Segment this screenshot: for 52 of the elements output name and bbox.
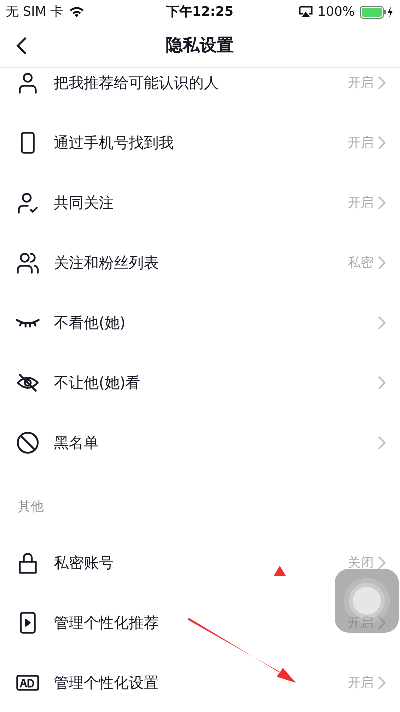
row-value: 开启 xyxy=(348,135,374,152)
chevron-icon xyxy=(378,196,386,210)
settings-row[interactable]: 通过手机号找到我 开启 xyxy=(0,113,400,173)
chevron-icon xyxy=(378,556,386,570)
chevron-icon xyxy=(378,616,386,630)
carrier-text: 无 SIM 卡 xyxy=(6,4,64,21)
row-label: 管理个性化推荐 xyxy=(54,614,159,632)
section-header: 其他 xyxy=(18,499,44,516)
clock-text: 下午12:25 xyxy=(166,4,234,21)
block-icon xyxy=(16,431,40,455)
battery-text: 100% xyxy=(318,4,356,20)
row-label: 私密账号 xyxy=(54,554,114,572)
row-label: 共同关注 xyxy=(54,194,114,212)
people-icon xyxy=(16,251,40,275)
chevron-icon xyxy=(378,256,386,270)
lock-icon xyxy=(16,551,40,575)
chevron-icon xyxy=(378,316,386,330)
person-check-icon xyxy=(16,191,40,215)
row-value: 开启 xyxy=(348,675,374,692)
closed-eye-icon xyxy=(16,318,40,328)
chevron-icon xyxy=(378,676,386,690)
annotation-marker xyxy=(274,566,286,576)
settings-row[interactable]: 关注和粉丝列表 私密 xyxy=(0,233,400,293)
chevron-icon xyxy=(378,376,386,390)
row-label: 黑名单 xyxy=(54,434,99,452)
settings-row[interactable]: 黑名单 xyxy=(0,413,400,473)
row-label: 管理个性化设置 xyxy=(54,674,159,692)
row-value: 私密 xyxy=(348,255,374,272)
settings-row[interactable]: 不让他(她)看 xyxy=(0,353,400,413)
chevron-icon xyxy=(378,76,386,90)
settings-row[interactable]: 共同关注 开启 xyxy=(0,173,400,233)
row-value: 关闭 xyxy=(348,555,374,572)
row-value: 开启 xyxy=(348,75,374,92)
wifi-icon xyxy=(68,6,85,18)
chevron-icon xyxy=(378,136,386,150)
row-label: 把我推荐给可能认识的人 xyxy=(54,74,219,92)
settings-row[interactable]: 管理个性化设置 开启 xyxy=(0,653,400,712)
settings-row[interactable]: 不看他(她) xyxy=(0,293,400,353)
settings-row[interactable]: 把我推荐给可能认识的人 开启 xyxy=(0,68,400,113)
row-label: 不看他(她) xyxy=(54,314,126,332)
row-label: 关注和粉丝列表 xyxy=(54,254,159,272)
chevron-icon xyxy=(378,436,386,450)
page-title: 隐私设置 xyxy=(165,35,235,57)
row-label: 通过手机号找到我 xyxy=(54,134,174,152)
battery-icon xyxy=(360,6,394,18)
settings-row[interactable]: 私密账号 关闭 xyxy=(0,533,400,593)
row-value: 开启 xyxy=(348,195,374,212)
person-icon xyxy=(16,71,40,95)
eye-off-icon xyxy=(16,371,40,395)
row-label: 不让他(她)看 xyxy=(54,374,141,392)
airplay-icon xyxy=(298,6,313,18)
floating-assistive-button[interactable] xyxy=(335,569,399,633)
